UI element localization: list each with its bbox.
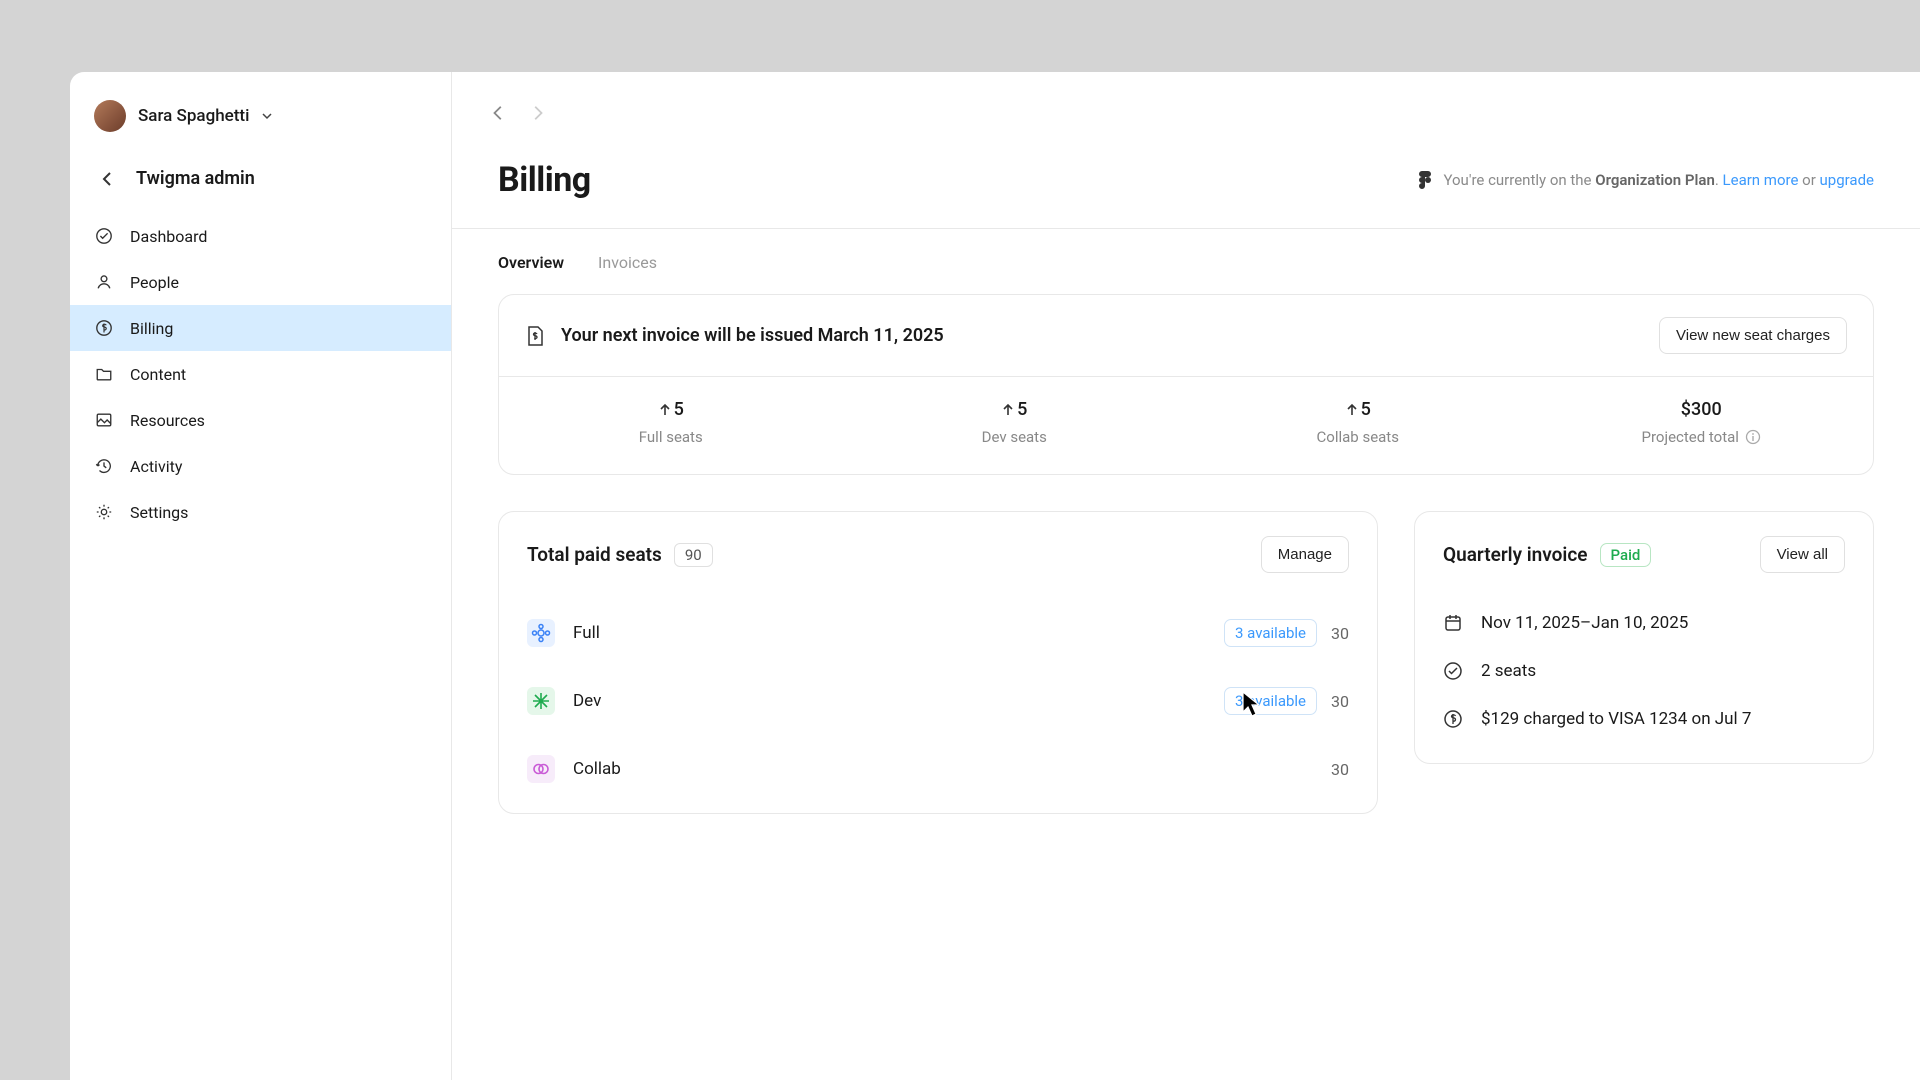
seat-name: Dev — [573, 691, 601, 711]
seat-row-full: Full 3 available 30 — [527, 599, 1349, 667]
quarterly-seats-row: 2 seats — [1443, 647, 1845, 695]
tab-overview[interactable]: Overview — [498, 253, 564, 272]
plan-banner-text: You're currently on the Organization Pla… — [1443, 171, 1874, 189]
seat-name: Collab — [573, 759, 621, 779]
chevron-down-icon — [261, 110, 273, 122]
gear-icon — [94, 502, 114, 522]
upgrade-link[interactable]: upgrade — [1820, 171, 1874, 189]
seat-count: 30 — [1331, 760, 1349, 779]
full-seat-icon — [527, 619, 555, 647]
seat-row-dev: Dev 3 available 30 — [527, 667, 1349, 735]
learn-more-link[interactable]: Learn more — [1723, 171, 1799, 189]
calendar-icon — [1443, 613, 1463, 633]
quarterly-seats: 2 seats — [1481, 661, 1536, 681]
user-menu[interactable]: Sara Spaghetti — [70, 90, 451, 152]
figma-icon — [1417, 170, 1433, 190]
seats-title: Total paid seats — [527, 543, 662, 566]
folder-icon — [94, 364, 114, 384]
sidebar-item-label: Dashboard — [130, 227, 207, 246]
user-name: Sara Spaghetti — [138, 106, 249, 126]
page-header: Billing You're currently on the Organiza… — [452, 132, 1920, 229]
tabs: Overview Invoices — [452, 229, 1920, 294]
sidebar-item-label: Billing — [130, 319, 173, 338]
image-icon — [94, 410, 114, 430]
page-title: Billing — [498, 160, 591, 200]
invoice-icon — [525, 325, 545, 347]
sidebar-item-label: People — [130, 273, 179, 292]
history-icon — [94, 456, 114, 476]
seat-available-badge[interactable]: 3 available — [1224, 687, 1317, 715]
plan-banner: You're currently on the Organization Pla… — [1417, 170, 1874, 190]
seats-total-badge: 90 — [674, 543, 713, 567]
admin-title: Twigma admin — [136, 168, 255, 189]
sidebar-item-label: Settings — [130, 503, 188, 522]
stat-full-seats: 5 Full seats — [499, 399, 843, 446]
seat-count: 30 — [1331, 692, 1349, 711]
admin-heading[interactable]: Twigma admin — [70, 152, 451, 213]
nav-forward-button[interactable] — [528, 104, 546, 122]
main: Billing You're currently on the Organiza… — [452, 72, 1920, 1080]
next-invoice-head: Your next invoice will be issued March 1… — [499, 295, 1873, 376]
check-circle-icon — [94, 226, 114, 246]
manage-seats-button[interactable]: Manage — [1261, 536, 1349, 573]
dollar-circle-icon — [94, 318, 114, 338]
sidebar-item-settings[interactable]: Settings — [70, 489, 451, 535]
seat-count: 30 — [1331, 624, 1349, 643]
sidebar-item-content[interactable]: Content — [70, 351, 451, 397]
nav-back-button[interactable] — [490, 104, 508, 122]
stat-collab-seats: 5 Collab seats — [1186, 399, 1530, 446]
quarterly-head: Quarterly invoice Paid View all — [1443, 536, 1845, 573]
dollar-circle-icon — [1443, 709, 1463, 729]
person-icon — [94, 272, 114, 292]
collab-seat-icon — [527, 755, 555, 783]
arrow-up-icon — [658, 403, 672, 417]
quarterly-period-row: Nov 11, 2025–Jan 10, 2025 — [1443, 599, 1845, 647]
avatar — [94, 100, 126, 132]
invoice-stats: 5 Full seats 5 Dev seats 5 Collab seats … — [499, 376, 1873, 474]
quarterly-title: Quarterly invoice — [1443, 543, 1588, 566]
sidebar-item-resources[interactable]: Resources — [70, 397, 451, 443]
sidebar-item-label: Activity — [130, 457, 182, 476]
dev-seat-icon — [527, 687, 555, 715]
sidebar-item-activity[interactable]: Activity — [70, 443, 451, 489]
view-seat-charges-button[interactable]: View new seat charges — [1659, 317, 1847, 354]
sidebar-item-billing[interactable]: Billing — [70, 305, 451, 351]
view-all-invoices-button[interactable]: View all — [1760, 536, 1845, 573]
stat-projected-total: $300 Projected total — [1530, 399, 1874, 446]
total-paid-seats-card: Total paid seats 90 Manage Full — [498, 511, 1378, 814]
info-icon[interactable] — [1745, 429, 1761, 445]
seats-card-head: Total paid seats 90 Manage — [527, 536, 1349, 573]
sidebar-item-people[interactable]: People — [70, 259, 451, 305]
sidebar: Sara Spaghetti Twigma admin Dashboard Pe… — [70, 72, 452, 1080]
arrow-up-icon — [1001, 403, 1015, 417]
next-invoice-title: Your next invoice will be issued March 1… — [561, 325, 944, 346]
paid-badge: Paid — [1600, 543, 1652, 567]
seat-available-badge[interactable]: 3 available — [1224, 619, 1317, 647]
sidebar-item-label: Resources — [130, 411, 205, 430]
check-circle-icon — [1443, 661, 1463, 681]
quarterly-charge-row: $129 charged to VISA 1234 on Jul 7 — [1443, 695, 1845, 743]
cards-row: Total paid seats 90 Manage Full — [498, 511, 1874, 814]
arrow-up-icon — [1345, 403, 1359, 417]
sidebar-item-dashboard[interactable]: Dashboard — [70, 213, 451, 259]
next-invoice-card: Your next invoice will be issued March 1… — [498, 294, 1874, 475]
quarterly-period: Nov 11, 2025–Jan 10, 2025 — [1481, 613, 1688, 633]
nav-list: Dashboard People Billing Content Resourc… — [70, 213, 451, 535]
chevron-left-icon — [98, 169, 118, 189]
app-window: Sara Spaghetti Twigma admin Dashboard Pe… — [70, 72, 1920, 1080]
sidebar-item-label: Content — [130, 365, 186, 384]
topbar — [452, 72, 1920, 132]
quarterly-charge: $129 charged to VISA 1234 on Jul 7 — [1481, 709, 1751, 729]
content: Your next invoice will be issued March 1… — [452, 294, 1920, 814]
tab-invoices[interactable]: Invoices — [598, 253, 657, 272]
seat-name: Full — [573, 623, 600, 643]
seat-row-collab: Collab 30 — [527, 735, 1349, 803]
stat-dev-seats: 5 Dev seats — [843, 399, 1187, 446]
quarterly-invoice-card: Quarterly invoice Paid View all Nov 11, … — [1414, 511, 1874, 764]
